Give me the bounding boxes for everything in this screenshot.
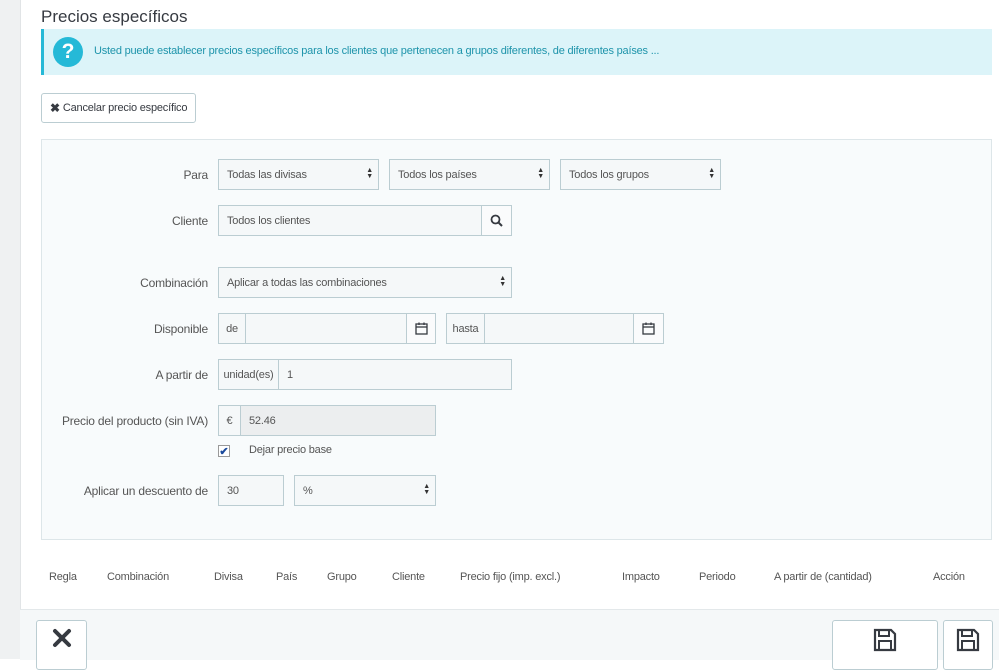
discount-type-select[interactable]: % ▲ ▼ [294,475,436,506]
leave-base-price-label: Dejar precio base [249,444,332,456]
from-quantity-input[interactable]: 1 [278,359,512,390]
product-price-input[interactable]: 52.46 [240,405,436,436]
checkmark-icon: ✔ [219,445,229,458]
alert-text: Usted puede establecer precios específic… [94,45,660,57]
from-addon: de [218,313,246,344]
customer-input-value: Todos los clientes [227,214,311,227]
search-icon [490,214,503,227]
select-arrows-icon: ▲ ▼ [499,275,506,288]
column-header-divisa: Divisa [214,571,243,583]
left-sidebar-strip [0,0,21,659]
column-header-periodo: Periodo [699,571,736,583]
date-from-input[interactable] [245,313,407,344]
a-partir-de-label: A partir de [155,368,209,382]
date-to-input[interactable] [484,313,635,344]
save-icon [956,628,980,652]
discount-value: 30 [227,484,239,497]
to-addon: hasta [446,313,485,344]
customer-input[interactable]: Todos los clientes [218,205,483,236]
select-arrows-icon: ▲ ▼ [423,483,430,496]
column-header-grupo: Grupo [327,571,357,583]
column-header-regla: Regla [49,571,77,583]
close-icon [52,629,71,647]
select-arrows-icon: ▲ ▼ [366,167,373,180]
date-to-calendar-button[interactable] [633,313,664,344]
leave-base-price-checkbox[interactable]: ✔ [218,445,230,458]
cliente-label: Cliente [172,214,208,228]
currency-select[interactable]: Todas las divisas ▲ ▼ [218,159,379,190]
discount-value-input[interactable]: 30 [218,475,284,506]
descuento-label: Aplicar un descuento de [83,484,208,498]
save-icon [873,628,897,652]
combination-select[interactable]: Aplicar a todas las combinaciones ▲ ▼ [218,267,512,298]
precio-label: Precio del producto (sin IVA) [61,414,208,428]
currency-addon: € [218,405,241,436]
column-header-combinacion: Combinación [107,571,170,583]
combination-select-value: Aplicar a todas las combinaciones [227,276,387,289]
column-header-pais: País [276,571,298,583]
section-title: Precios específicos [41,7,188,26]
disponible-label: Disponible [153,322,208,336]
select-arrows-icon: ▲ ▼ [537,167,544,180]
group-select[interactable]: Todos los grupos ▲ ▼ [560,159,721,190]
column-header-accion: Acción [933,571,965,583]
currency-select-value: Todas las divisas [227,168,307,181]
country-select[interactable]: Todos los países ▲ ▼ [389,159,550,190]
close-icon: ✖ [50,101,60,115]
column-header-precio-fijo: Precio fijo (imp. excl.) [460,571,561,583]
product-price-value: 52.46 [249,414,276,427]
calendar-icon [642,322,655,335]
save-and-stay-footer-button[interactable] [943,620,993,670]
cancel-button-label: Cancelar precio específico [62,102,188,114]
from-quantity-value: 1 [287,368,293,381]
question-icon: ? [53,37,83,67]
column-header-cliente: Cliente [392,571,425,583]
select-arrows-icon: ▲ ▼ [708,167,715,180]
customer-search-button[interactable] [481,205,512,236]
column-header-a-partir-de-cantidad: A partir de (cantidad) [774,571,872,583]
group-select-value: Todos los grupos [569,168,649,181]
country-select-value: Todos los países [398,168,477,181]
para-label: Para [183,168,208,182]
column-header-impacto: Impacto [622,571,660,583]
date-from-calendar-button[interactable] [406,313,436,344]
units-addon: unidad(es) [218,359,279,390]
cancel-footer-button[interactable] [36,620,87,670]
calendar-icon [414,322,428,335]
info-alert: ? Usted puede establecer precios específ… [41,29,992,75]
cancel-specific-price-button[interactable]: ✖ Cancelar precio específico [41,93,197,123]
combinacion-label: Combinación [140,276,208,290]
save-footer-button[interactable] [832,620,938,670]
discount-type-value: % [303,484,313,497]
